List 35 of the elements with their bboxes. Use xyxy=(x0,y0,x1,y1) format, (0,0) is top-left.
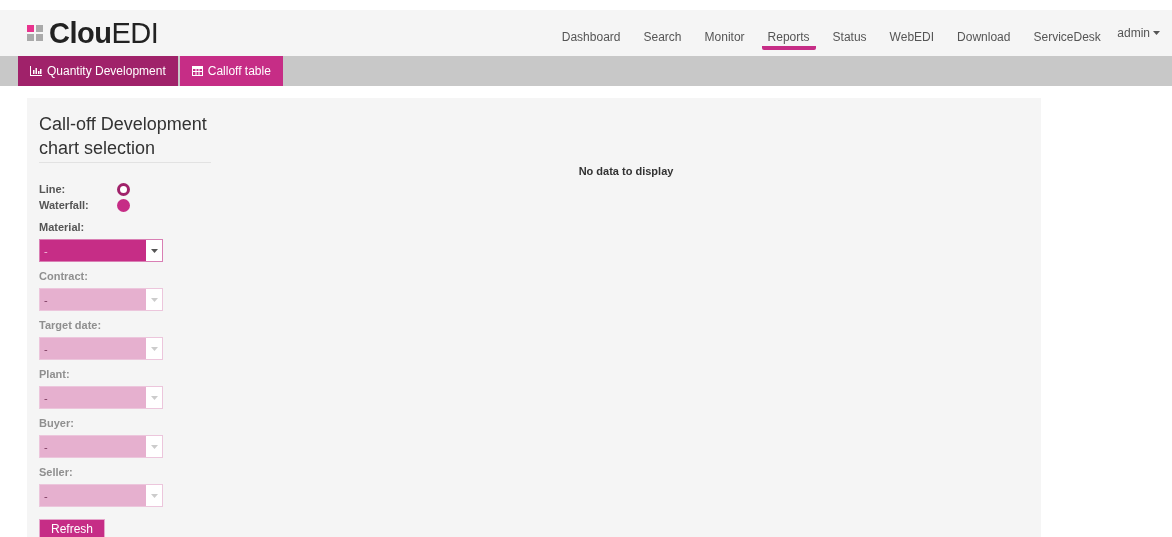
radio-button[interactable] xyxy=(117,182,130,196)
nav-link[interactable]: Reports xyxy=(761,25,816,50)
bar-chart-icon xyxy=(30,66,42,76)
nav-link[interactable]: WebEDI xyxy=(883,25,941,50)
nav-link[interactable]: Monitor xyxy=(698,25,751,50)
user-menu[interactable]: admin xyxy=(1117,26,1160,40)
caret-icon xyxy=(1153,31,1160,35)
field-label: Target date: xyxy=(39,319,103,332)
field-label: Material: xyxy=(39,221,86,234)
radio-label: Waterfall: xyxy=(39,199,90,212)
refresh-button[interactable]: Refresh xyxy=(39,519,105,537)
radio-label: Line: xyxy=(39,183,67,196)
panel-title: Call-off Development chart selection xyxy=(39,112,211,163)
caret-icon xyxy=(150,248,158,253)
logo-text: ClouEDI xyxy=(49,16,159,50)
caret-icon xyxy=(150,395,158,400)
radio-button[interactable] xyxy=(117,198,130,212)
nav-link[interactable]: Status xyxy=(826,25,873,50)
nav-link[interactable]: Download xyxy=(951,25,1017,50)
caret-icon xyxy=(150,346,158,351)
caret-icon xyxy=(150,297,158,302)
caret-icon xyxy=(150,493,158,498)
table-icon xyxy=(191,66,203,76)
field-label: Buyer: xyxy=(39,417,75,430)
empty-message: No data to display xyxy=(578,165,674,177)
logo-icon xyxy=(27,25,43,41)
nav-link[interactable]: ServiceDesk xyxy=(1027,25,1107,50)
field-label: Plant: xyxy=(39,368,71,381)
tab[interactable]: Quantity Development xyxy=(18,56,178,86)
tab[interactable]: Calloff table xyxy=(179,56,283,86)
nav-link[interactable]: Dashboard xyxy=(555,25,627,50)
field-label: Seller: xyxy=(39,466,74,479)
nav-link[interactable]: Search xyxy=(637,25,688,50)
field-label: Contract: xyxy=(39,270,89,283)
caret-icon xyxy=(150,444,158,449)
